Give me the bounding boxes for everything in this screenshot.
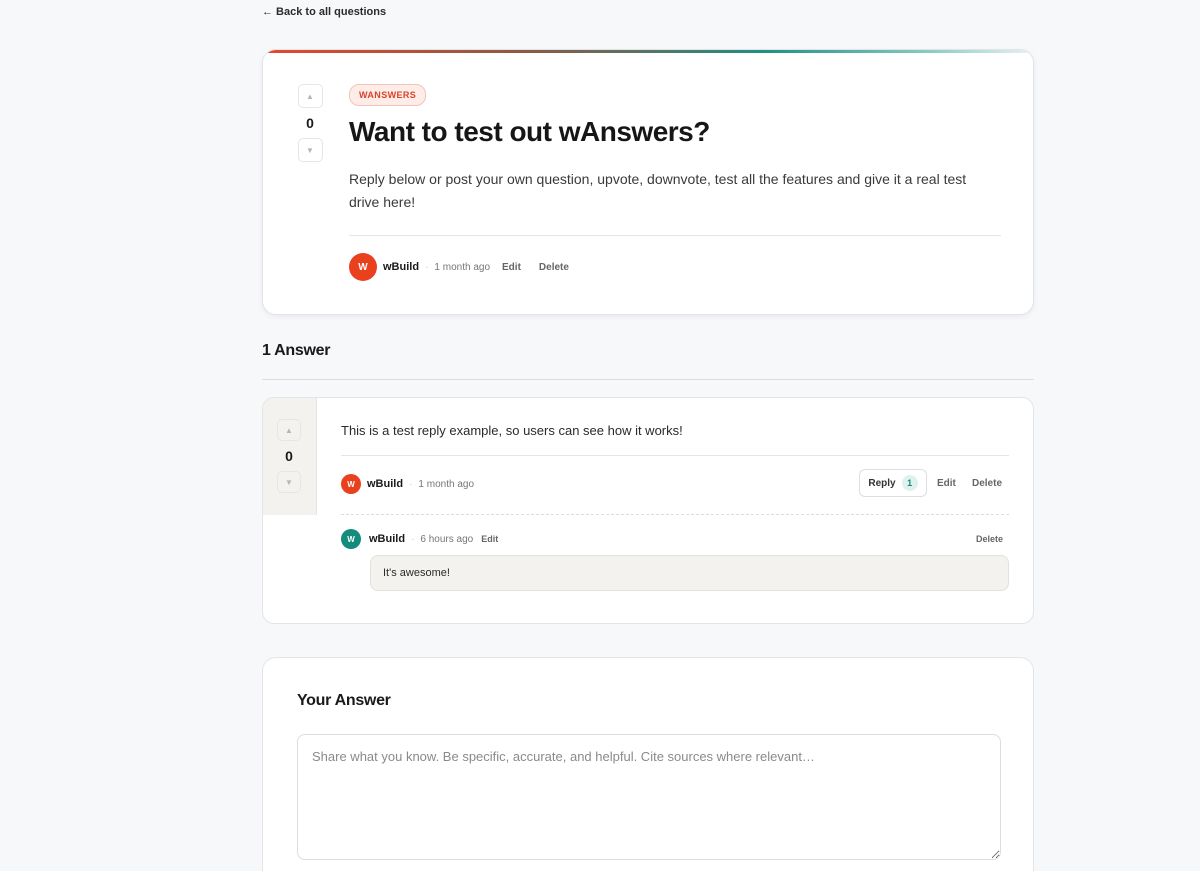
accent-bar	[263, 50, 1033, 53]
answer-textarea[interactable]	[297, 734, 1001, 860]
your-answer-heading: Your Answer	[297, 692, 391, 709]
separator-dot: ·	[425, 261, 429, 273]
answer-card: ▲ 0 ▼ This is a test reply example, so u…	[262, 397, 1034, 624]
vote-count: 0	[306, 115, 314, 131]
reply-divider	[341, 514, 1009, 515]
timestamp: 1 month ago	[434, 261, 491, 273]
author-name[interactable]: wBuild	[367, 478, 403, 490]
reply-label: Reply	[868, 477, 896, 489]
question-tag[interactable]: WANSWERS	[349, 84, 427, 106]
question-title: Want to test out wAnswers?	[349, 116, 710, 147]
answers-count-heading: 1 Answer	[262, 342, 331, 359]
question-vote-widget: ▲ 0 ▼	[297, 84, 323, 162]
edit-button[interactable]: Edit	[937, 478, 956, 489]
arrow-up-icon: ▲	[306, 91, 314, 101]
answer-meta: W wBuild · 1 month ago	[341, 474, 474, 494]
divider	[349, 235, 1001, 236]
reply-bubble: It's awesome!	[370, 555, 1009, 591]
divider	[262, 379, 1034, 380]
answer-vote-widget: ▲ 0 ▼	[276, 419, 302, 493]
avatar[interactable]: W	[349, 253, 377, 281]
question-body: Reply below or post your own question, u…	[349, 171, 967, 210]
author-name[interactable]: wBuild	[369, 533, 405, 545]
back-to-questions-link[interactable]: ← Back to all questions	[262, 6, 386, 18]
delete-button[interactable]: Delete	[539, 262, 569, 273]
question-card: ▲ 0 ▼ WANSWERS Want to test out wAnswers…	[262, 49, 1034, 315]
question-meta: W wBuild · 1 month ago Edit Delete	[349, 253, 569, 281]
your-answer-card: Your Answer	[262, 657, 1034, 871]
arrow-down-icon: ▼	[306, 145, 314, 155]
arrow-down-icon: ▼	[285, 477, 293, 487]
vote-count: 0	[285, 448, 293, 464]
divider	[341, 455, 1009, 456]
delete-button[interactable]: Delete	[976, 534, 1003, 544]
downvote-button[interactable]: ▼	[297, 138, 323, 162]
upvote-button[interactable]: ▲	[297, 84, 323, 108]
arrow-up-icon: ▲	[285, 425, 293, 435]
answer-body: This is a test reply example, so users c…	[341, 423, 683, 438]
separator-dot: ·	[411, 533, 415, 545]
downvote-button[interactable]: ▼	[277, 471, 301, 493]
separator-dot: ·	[409, 478, 413, 490]
upvote-button[interactable]: ▲	[277, 419, 301, 441]
reply-button[interactable]: Reply 1	[859, 469, 927, 497]
edit-button[interactable]: Edit	[502, 262, 521, 273]
reply-meta: W wBuild · 6 hours ago Edit	[341, 529, 498, 549]
edit-button[interactable]: Edit	[481, 534, 498, 544]
delete-button[interactable]: Delete	[972, 478, 1002, 489]
avatar[interactable]: W	[341, 529, 361, 549]
timestamp: 6 hours ago	[420, 533, 474, 545]
author-name[interactable]: wBuild	[383, 261, 419, 273]
avatar[interactable]: W	[341, 474, 361, 494]
reply-count-badge: 1	[901, 475, 918, 491]
timestamp: 1 month ago	[418, 478, 475, 490]
